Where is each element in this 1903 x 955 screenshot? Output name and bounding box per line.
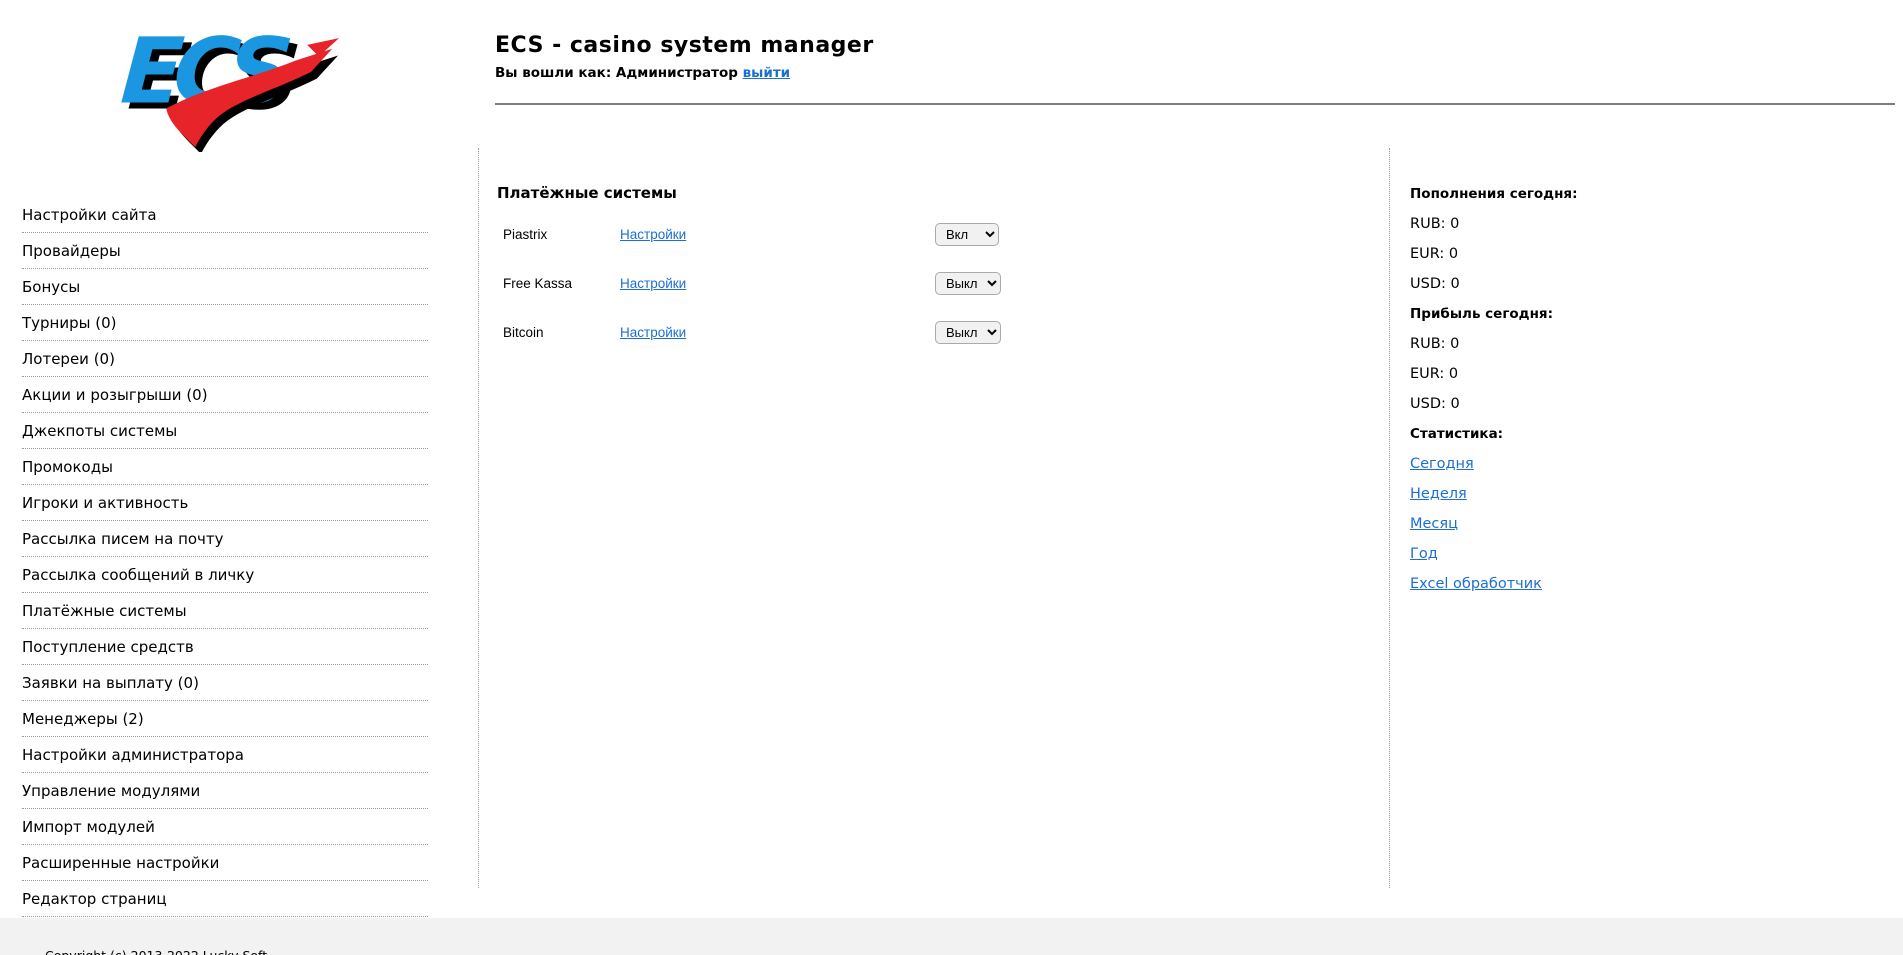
sidebar-item[interactable]: Импорт модулей [22,809,428,845]
payment-name: Piastrix [503,227,548,242]
sidebar-item[interactable]: Акции и розыгрыши (0) [22,377,428,413]
stats-period-link[interactable]: Год [1410,546,1438,562]
page-title: ECS - casino system manager [495,33,874,58]
payment-settings-link[interactable]: Настройки [620,325,686,340]
sidebar-item[interactable]: Менеджеры (2) [22,701,428,737]
sidebar-item[interactable]: Заявки на выплату (0) [22,665,428,701]
currency-total: USD: 0 [1410,396,1460,412]
sidebar-item[interactable]: Бонусы [22,269,428,305]
payment-status-select[interactable]: Выкл [935,321,1001,344]
payment-status-select[interactable]: Выкл [935,272,1001,295]
payment-settings-link[interactable]: Настройки [620,276,686,291]
admin-page: ECS ECS ECS - casino system manager Вы в… [0,0,1903,955]
profit-list: RUB: 0 EUR: 0 USD: 0 [1410,336,1710,412]
main-right-divider [1389,148,1390,888]
login-status-text: Вы вошли как: Администратор [495,65,738,81]
header-divider [495,103,1895,105]
stats-heading: Статистика: [1410,426,1504,442]
stats-period-link[interactable]: Месяц [1410,516,1458,532]
payment-row: Free Kassa Настройки Выкл [503,259,1383,308]
deposits-heading: Пополнения сегодня: [1410,186,1578,202]
stats-links: Сегодня Неделя Месяц Год Excel обработчи… [1410,456,1710,592]
ecs-logo-icon: ECS ECS [118,12,340,154]
sidebar-item[interactable]: Редактор страниц [22,881,428,917]
sidebar-item[interactable]: Рассылка сообщений в личку [22,557,428,593]
payment-name: Bitcoin [503,325,544,340]
profit-heading: Прибыль сегодня: [1410,306,1553,322]
sidebar-item[interactable]: Игроки и активность [22,485,428,521]
sidebar-item[interactable]: Джекпоты системы [22,413,428,449]
sidebar-menu: Настройки сайта Провайдеры Бонусы Турнир… [22,197,428,953]
payment-row: Bitcoin Настройки Выкл [503,308,1383,357]
copyright-text: Copyright (c) 2013-2022 Lucky Soft [45,948,267,955]
payment-name: Free Kassa [503,276,573,291]
payment-status-select[interactable]: Вкл [935,223,999,246]
sidebar-item[interactable]: Расширенные настройки [22,845,428,881]
payment-row: Piastrix Настройки Вкл [503,210,1383,259]
currency-total: EUR: 0 [1410,246,1459,262]
sidebar-item[interactable]: Турниры (0) [22,305,428,341]
sidebar-item[interactable]: Промокоды [22,449,428,485]
sidebar-item[interactable]: Управление модулями [22,773,428,809]
currency-total: RUB: 0 [1410,336,1460,352]
currency-total: EUR: 0 [1410,366,1459,382]
currency-total: RUB: 0 [1410,216,1460,232]
stats-period-link[interactable]: Сегодня [1410,456,1474,472]
sidebar-item[interactable]: Настройки администратора [22,737,428,773]
sidebar-item[interactable]: Настройки сайта [22,197,428,233]
sidebar-item[interactable]: Платёжные системы [22,593,428,629]
stats-panel: Пополнения сегодня: RUB: 0 EUR: 0 USD: 0… [1410,186,1710,606]
sidebar-item[interactable]: Провайдеры [22,233,428,269]
sidebar-main-divider [478,148,479,888]
sidebar-item[interactable]: Поступление средств [22,629,428,665]
sidebar-item[interactable]: Лотереи (0) [22,341,428,377]
currency-total: USD: 0 [1410,276,1460,292]
footer: Copyright (c) 2013-2022 Lucky Soft [0,918,1903,955]
stats-period-link[interactable]: Неделя [1410,486,1467,502]
payments-list: Piastrix Настройки Вкл Free Kassa Настро… [503,210,1383,357]
logout-link[interactable]: выйти [743,65,791,81]
payment-settings-link[interactable]: Настройки [620,227,686,242]
login-status: Вы вошли как: Администратор выйти [495,65,874,81]
deposits-list: RUB: 0 EUR: 0 USD: 0 [1410,216,1710,292]
sidebar-item[interactable]: Рассылка писем на почту [22,521,428,557]
header: ECS - casino system manager Вы вошли как… [495,33,874,81]
stats-period-link[interactable]: Excel обработчик [1410,576,1542,592]
payments-heading: Платёжные системы [497,184,677,202]
